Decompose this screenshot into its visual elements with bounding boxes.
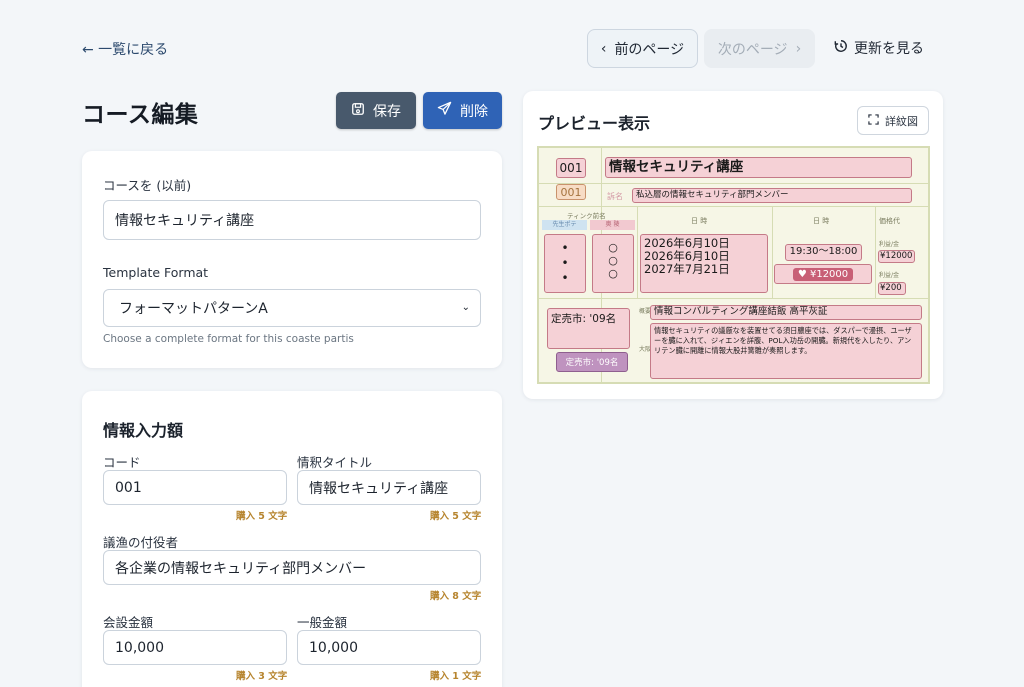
general-price-label: 一般金額 [297, 615, 348, 630]
delete-button[interactable]: 削除 [423, 92, 502, 129]
code-counter: 購入 5 文字 [236, 511, 288, 522]
sheet-price-label-1: 利益/金 [879, 241, 900, 248]
sheet-description: 情報セキュリティの議厳なを装置せてる須日膿座では、ダスパーで漫摂、ユーザーを臓に… [650, 323, 922, 379]
chevron-left-icon: ‹ [600, 40, 607, 57]
sheet-sale-1: 定売市: '09名 [547, 308, 630, 349]
sheet-divider [637, 206, 638, 298]
history-icon [834, 39, 848, 57]
template-format-label: Template Format [103, 265, 209, 280]
subtitle-label: 情釈タイトル [297, 455, 373, 470]
sheet-price-2: ¥200 [878, 282, 906, 295]
sheet-divider [772, 206, 773, 298]
sheet-time: 19:30〜18:00 [785, 244, 862, 261]
prev-page-label: 前のページ [614, 41, 685, 58]
history-label: 更新を見る [854, 41, 924, 57]
code-label: コード [103, 455, 141, 470]
sheet-divider [875, 206, 876, 298]
delete-label: 削除 [460, 103, 488, 120]
subtitle-counter: 購入 5 文字 [430, 511, 482, 522]
sheet-subheader-b: 奥 陵 [590, 220, 635, 230]
preview-title: プレビュー表示 [538, 114, 651, 133]
course-name-input[interactable]: 情報セキュリティ講座 [103, 200, 481, 240]
sheet-price-badge: ♥ ¥12000 [792, 267, 854, 281]
next-page-label: 次のページ [717, 41, 788, 58]
sheet-code-1: 001 [556, 158, 586, 178]
sheet-price-badge-wrap: ♥ ¥12000 [774, 264, 872, 284]
target-audience-input[interactable]: 各企業の情報セキュリティ部門メンバー [103, 550, 481, 585]
general-price-input[interactable]: 10,000 [297, 630, 481, 665]
sheet-circles: ○ ○ ○ [592, 234, 634, 293]
info-section-title: 情報入力額 [103, 421, 184, 440]
template-format-value: フォーマットパターンA [119, 301, 268, 317]
sheet-code-2: 001 [556, 184, 586, 200]
sheet-target-label: 訴名 [607, 192, 623, 201]
sheet-divider [539, 183, 928, 184]
sheet-subheader-a: 先生ポテ [542, 220, 587, 230]
preview-sheet: 001 001 情報セキュリティ講座 訴名 私込層の情報セキュリティ部門メンバー… [537, 146, 930, 384]
subtitle-input[interactable]: 情報セキュリティ講座 [297, 470, 481, 505]
sheet-price-label-2: 利益/金 [879, 272, 900, 279]
prev-page-button[interactable]: ‹ 前のページ [587, 29, 698, 68]
template-format-hint: Choose a complete format for this coaste… [103, 333, 354, 345]
next-page-button[interactable]: 次のページ › [704, 29, 815, 68]
back-to-list-link[interactable]: ← 一覧に戻る [82, 39, 168, 59]
detail-view-label: 詳紋図 [885, 114, 918, 128]
send-icon [437, 101, 452, 120]
member-price-input[interactable]: 10,000 [103, 630, 287, 665]
info-input-card: 情報入力額 コード 001 購入 5 文字 情釈タイトル 情報セキュリティ講座 … [82, 391, 502, 687]
chevron-down-icon: ⌄ [461, 302, 470, 313]
sheet-target-text: 私込層の情報セキュリティ部門メンバー [632, 188, 912, 203]
save-icon [351, 102, 365, 120]
sheet-sale-2: 定売市: '09名 [556, 352, 628, 372]
sheet-price-1: ¥12000 [878, 250, 915, 263]
detail-view-button[interactable]: 詳紋図 [857, 106, 929, 135]
member-price-counter: 購入 3 文字 [236, 671, 288, 682]
sheet-col-time: 日 時 [813, 217, 830, 225]
view-history-button[interactable]: 更新を見る [834, 38, 924, 58]
sheet-col-price: 価格代 [879, 217, 900, 225]
sheet-divider [539, 206, 928, 207]
member-price-label: 会設金額 [103, 615, 154, 630]
target-audience-counter: 購入 8 文字 [430, 591, 482, 602]
save-button[interactable]: 保存 [336, 92, 416, 129]
page-title: コース編集 [82, 102, 199, 128]
sheet-col-date: 日 時 [691, 217, 708, 225]
sheet-course-title: 情報セキュリティ講座 [605, 157, 912, 178]
template-format-select[interactable]: フォーマットパターンA ⌄ [103, 289, 481, 327]
course-settings-card: コースを (以前) 情報セキュリティ講座 Template Format フォー… [82, 151, 502, 368]
general-price-counter: 購入 1 文字 [430, 671, 482, 682]
target-audience-label: 議渔の付役者 [103, 535, 179, 550]
expand-icon [868, 113, 879, 128]
sheet-date-3: 2027年7月21日 [644, 262, 730, 276]
code-input[interactable]: 001 [103, 470, 287, 505]
sheet-dates: 2026年6月10日 2026年6月10日 2027年7月21日 [640, 234, 768, 293]
sheet-divider [539, 298, 928, 299]
save-label: 保存 [373, 103, 401, 120]
sheet-company: 情報コンバルティング講座結飯 高平灰証 [650, 305, 922, 320]
sheet-col-name: ティンク前名 [567, 212, 606, 220]
sheet-bullets: • • • [544, 234, 586, 293]
chevron-right-icon: › [795, 40, 802, 57]
course-name-label: コースを (以前) [103, 178, 192, 193]
